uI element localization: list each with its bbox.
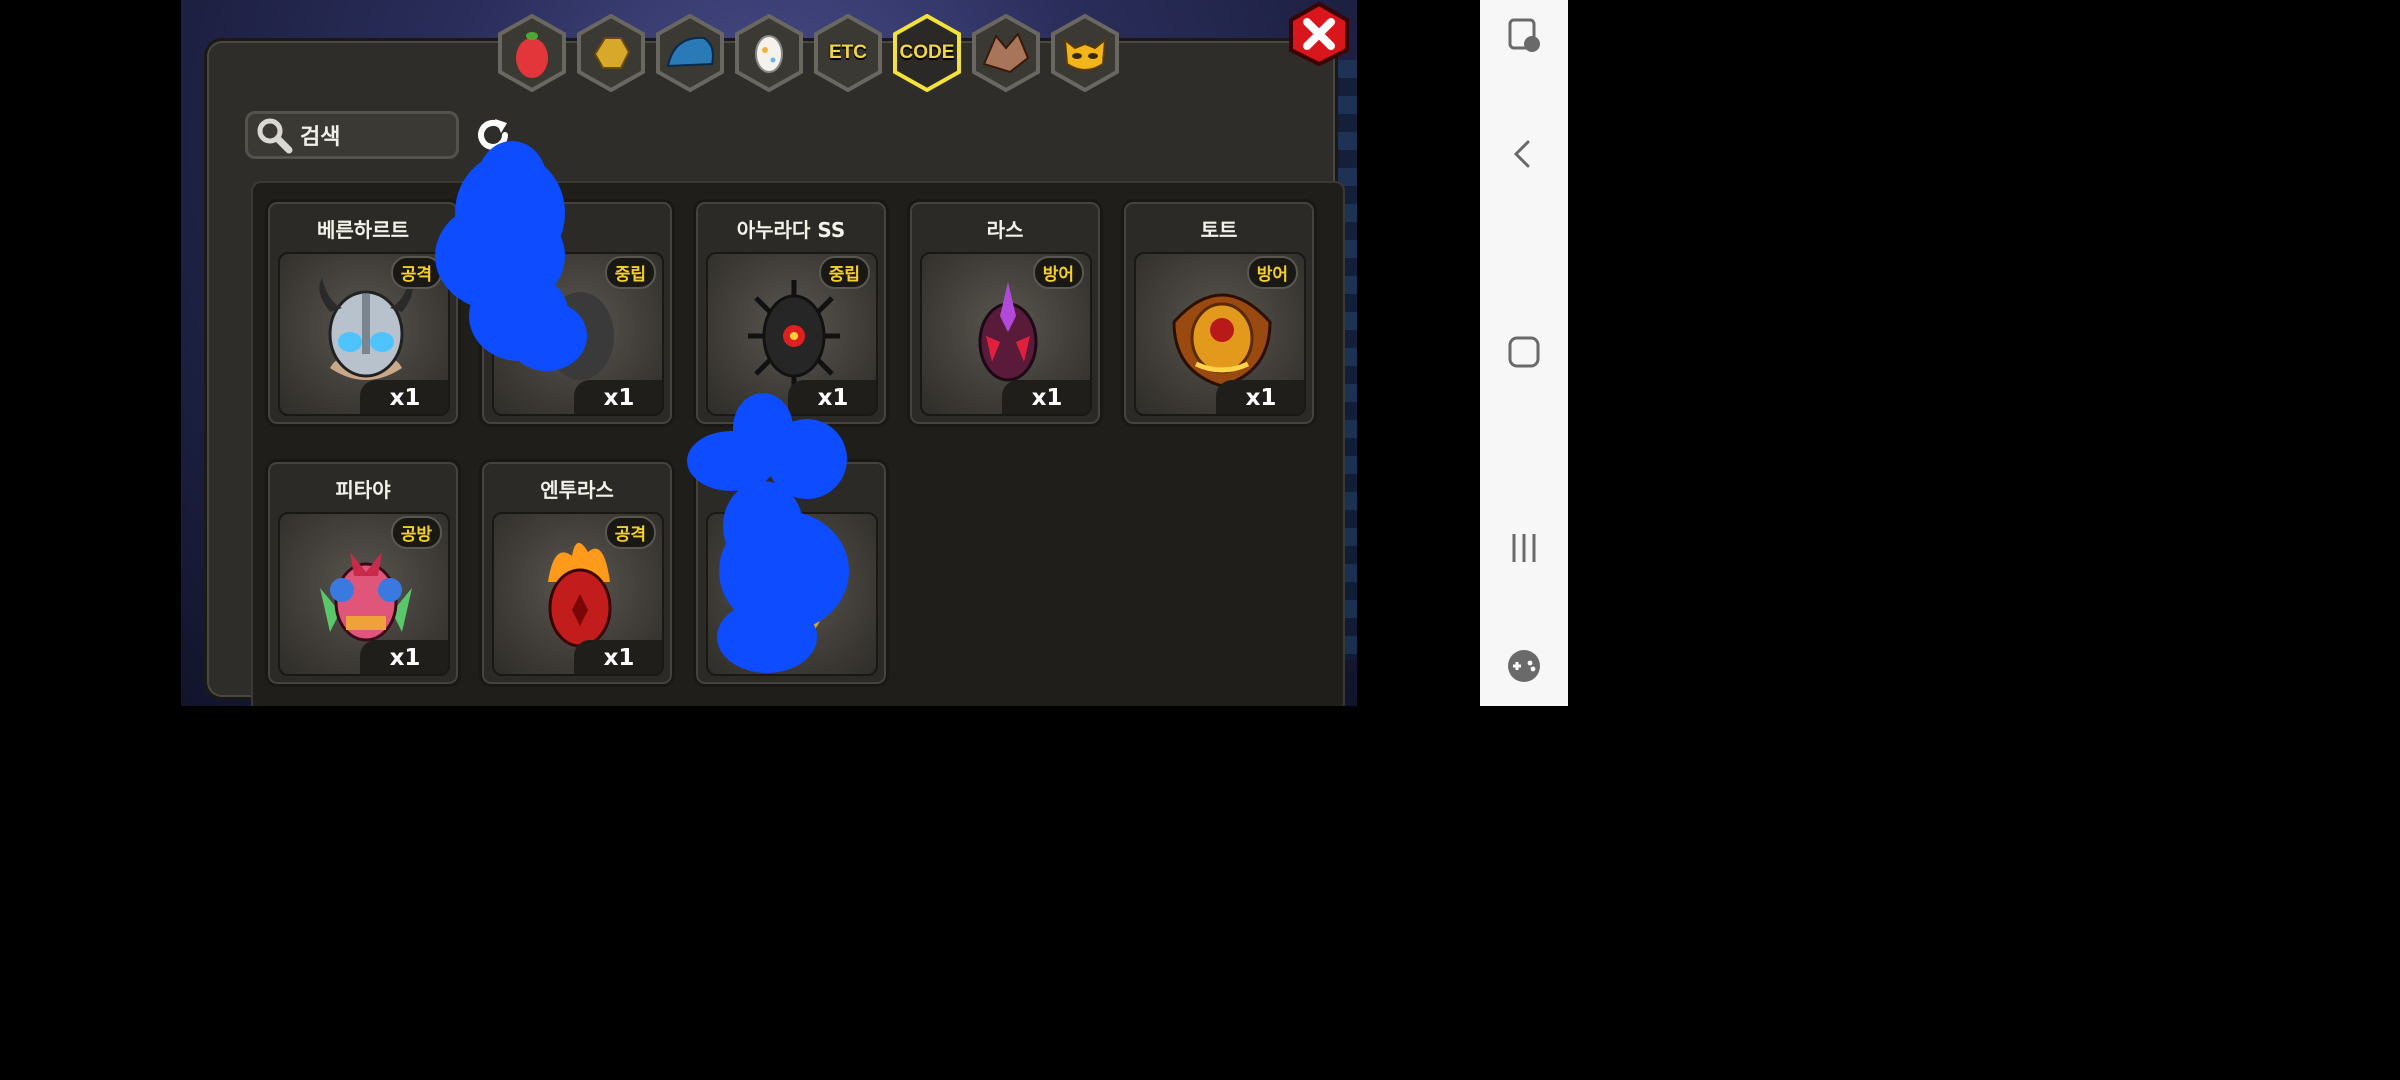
tab-dragon[interactable] xyxy=(970,13,1042,93)
item-card[interactable]: 토트 방어 x1 xyxy=(1121,199,1317,427)
crystal-egg-icon xyxy=(978,282,1038,382)
item-name: 베른하르트 xyxy=(317,218,409,242)
black-spiked-egg-icon xyxy=(748,280,840,392)
tab-code[interactable]: CODE xyxy=(891,13,963,93)
item-quantity: x1 xyxy=(574,380,662,414)
type-badge: 중립 xyxy=(604,256,656,289)
home-icon[interactable] xyxy=(1506,334,1542,370)
item-quantity: x1 xyxy=(360,640,448,674)
tab-gold[interactable] xyxy=(575,13,647,93)
item-name: 피타야 xyxy=(335,478,391,502)
tab-etc[interactable]: ETC xyxy=(812,13,884,93)
tab-mask[interactable] xyxy=(1049,13,1121,93)
search-box[interactable]: 검색 xyxy=(245,111,459,159)
tab-etc-label: ETC xyxy=(829,42,867,63)
item-card[interactable]: 피타야 공방 x1 xyxy=(265,459,461,687)
item-card[interactable]: 베른하르트 공격 x1 xyxy=(265,199,461,427)
item-quantity: x1 xyxy=(788,380,876,414)
item-slot: 공격 x1 xyxy=(492,512,664,676)
close-button[interactable] xyxy=(1287,2,1351,66)
item-slot: 공격 x1 xyxy=(278,252,450,416)
search-icon xyxy=(257,118,293,154)
item-slot: 방어 x1 xyxy=(1134,252,1306,416)
android-nav-bar xyxy=(1480,0,1568,706)
flower-egg-icon xyxy=(320,552,412,642)
item-name: 엔투라스 xyxy=(540,478,614,502)
type-badge: 공방 xyxy=(390,516,442,549)
helmet-egg-icon xyxy=(319,278,413,380)
item-slot: 방어 x1 xyxy=(920,252,1092,416)
item-slot: 중립 x1 xyxy=(706,252,878,416)
item-slot: 공방 x1 xyxy=(278,512,450,676)
item-name: 토트 xyxy=(1200,218,1238,242)
fire-egg-icon xyxy=(548,542,612,648)
tab-fruit[interactable] xyxy=(496,13,568,93)
item-quantity: x1 xyxy=(1002,380,1090,414)
item-card[interactable]: 라스 방어 x1 xyxy=(907,199,1103,427)
item-quantity: x1 xyxy=(360,380,448,414)
tab-egg[interactable] xyxy=(733,13,805,93)
inventory-panel: 검색 베른하르트 공격 x1 중립 x1 아누라다 SS 중립 x1 라스 방어… xyxy=(204,38,1345,706)
search-input[interactable]: 검색 xyxy=(300,119,340,151)
game-screen: 검색 베른하르트 공격 x1 중립 x1 아누라다 SS 중립 x1 라스 방어… xyxy=(181,0,1357,706)
item-quantity: x1 xyxy=(1216,380,1304,414)
tab-scale[interactable] xyxy=(654,13,726,93)
item-name: 라스 xyxy=(986,218,1024,242)
touch-lock-icon[interactable] xyxy=(1506,18,1542,54)
type-badge: 공격 xyxy=(604,516,656,549)
golden-shell-egg-icon xyxy=(1172,293,1272,388)
back-icon[interactable] xyxy=(1506,136,1542,172)
item-card[interactable]: 아누라다 SS 중립 x1 xyxy=(693,199,889,427)
game-tools-icon[interactable] xyxy=(1506,648,1542,684)
item-quantity: x1 xyxy=(574,640,662,674)
item-card[interactable]: 엔투라스 공격 x1 xyxy=(479,459,675,687)
type-badge: 방어 xyxy=(1032,256,1084,289)
type-badge: 중립 xyxy=(818,256,870,289)
type-badge: 방어 xyxy=(1246,256,1298,289)
item-name: 아누라다 SS xyxy=(736,218,846,242)
tab-code-label: CODE xyxy=(899,42,955,63)
recents-icon[interactable] xyxy=(1506,530,1542,566)
